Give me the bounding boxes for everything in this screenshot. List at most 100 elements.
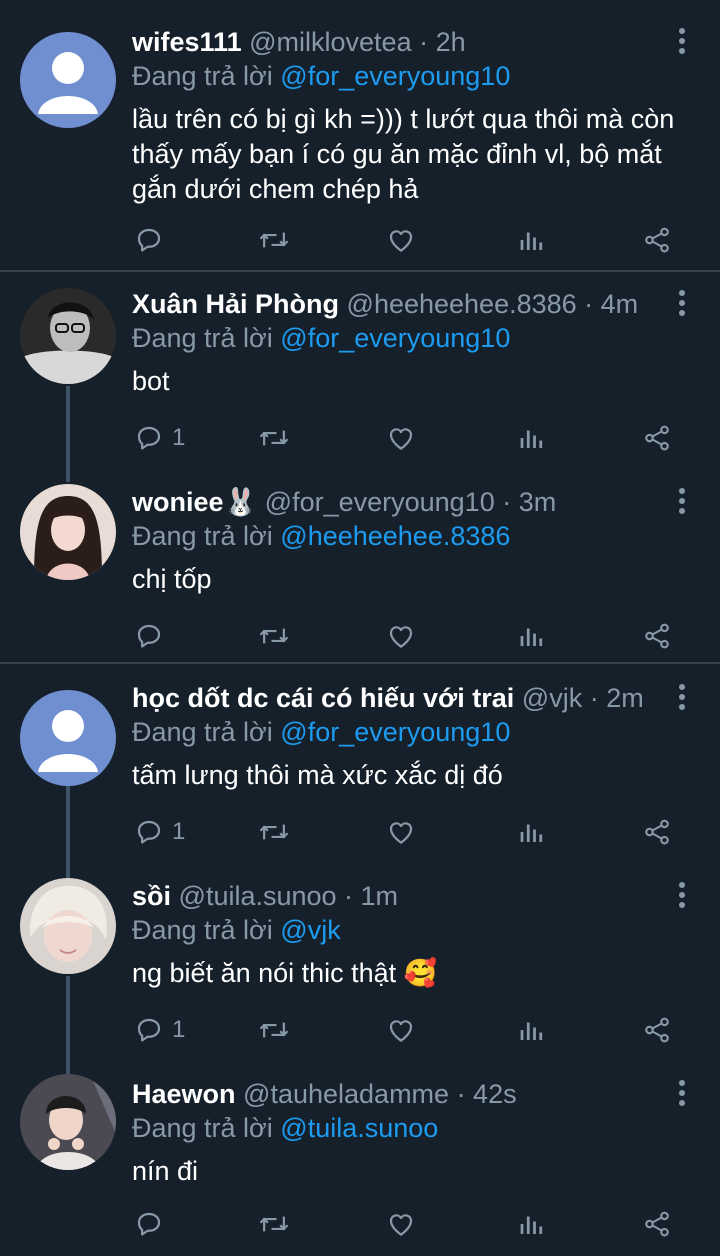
tweet-actions: 1 [132, 812, 700, 852]
replying-handle[interactable]: @for_everyoung10 [280, 61, 510, 91]
views-button[interactable] [518, 418, 546, 458]
share-button[interactable] [642, 220, 672, 260]
share-icon [645, 227, 669, 253]
retweet-icon [259, 1216, 289, 1232]
avatar[interactable] [20, 32, 116, 128]
share-button[interactable] [642, 1010, 672, 1050]
avatar[interactable] [20, 690, 116, 786]
avatar[interactable] [20, 288, 116, 384]
reply-button[interactable] [134, 1204, 172, 1244]
display-name[interactable]: Xuân Hải Phòng [132, 289, 339, 319]
share-button[interactable] [642, 616, 672, 656]
more-icon[interactable] [676, 882, 688, 912]
tweet-text: ng biết ăn nói thic thật 🥰 [132, 958, 438, 988]
like-button[interactable] [386, 220, 416, 260]
handle-time: @milklovetea · 2h [249, 27, 466, 57]
reply-icon [137, 228, 161, 252]
share-icon [645, 623, 669, 649]
views-button[interactable] [518, 616, 546, 656]
avatar[interactable] [20, 878, 116, 974]
handle-time: @tauheladamme · 42s [243, 1079, 517, 1109]
tweet-text: nín đi [132, 1156, 199, 1186]
replying-to: Đang trả lời @for_everyoung10 [132, 323, 511, 353]
divider [0, 662, 720, 664]
reply-button[interactable]: 1 [134, 1010, 185, 1050]
like-button[interactable] [386, 1010, 416, 1050]
display-name[interactable]: học dốt dc cái có hiếu với trai [132, 683, 514, 713]
tweet-text: bot [132, 366, 170, 396]
reply-button[interactable] [134, 220, 172, 260]
views-button[interactable] [518, 220, 546, 260]
retweet-button[interactable] [258, 1204, 290, 1244]
more-icon[interactable] [676, 488, 688, 518]
retweet-button[interactable] [258, 616, 290, 656]
tweet-text: lầu trên có bị gì kh =))) t lướt qua thô… [132, 104, 675, 204]
more-icon[interactable] [676, 1080, 688, 1110]
share-icon [645, 1211, 669, 1237]
replying-to: Đang trả lời @for_everyoung10 [132, 61, 511, 91]
handle-time: @for_everyoung10 · 3m [264, 487, 557, 517]
avatar[interactable] [20, 484, 116, 580]
replying-handle[interactable]: @for_everyoung10 [280, 717, 510, 747]
like-button[interactable] [386, 616, 416, 656]
reply-button[interactable]: 1 [134, 812, 185, 852]
like-icon [389, 1214, 413, 1236]
views-icon [520, 628, 543, 646]
like-button[interactable] [386, 418, 416, 458]
reply-icon [137, 624, 161, 648]
retweet-button[interactable] [258, 418, 290, 458]
tweet[interactable]: woniee🐰 @for_everyoung10 · 3m Đang trả l… [0, 482, 720, 662]
display-name[interactable]: woniee🐰 [132, 487, 257, 517]
views-icon [520, 232, 543, 250]
share-icon [645, 1017, 669, 1043]
like-icon [389, 626, 413, 648]
retweet-icon [259, 232, 289, 248]
tweet[interactable]: Xuân Hải Phòng @heeheehee.8386 · 4m Đang… [0, 284, 720, 464]
retweet-button[interactable] [258, 1010, 290, 1050]
replying-handle[interactable]: @vjk [280, 915, 340, 945]
reply-icon [137, 426, 161, 450]
retweet-button[interactable] [258, 220, 290, 260]
display-name[interactable]: wifes111 [132, 27, 242, 57]
like-icon [389, 230, 413, 252]
display-name[interactable]: sồi [132, 881, 171, 911]
tweet-actions: 1 [132, 1010, 700, 1050]
share-icon [645, 819, 669, 845]
reply-button[interactable]: 1 [134, 418, 185, 458]
reply-count: 1 [172, 424, 186, 451]
tweet[interactable]: sồi @tuila.sunoo · 1m Đang trả lời @vjk … [0, 876, 720, 1056]
share-button[interactable] [642, 812, 672, 852]
share-button[interactable] [642, 418, 672, 458]
more-icon[interactable] [676, 684, 688, 714]
avatar[interactable] [20, 1074, 116, 1170]
views-button[interactable] [518, 1204, 546, 1244]
replying-handle[interactable]: @heeheehee.8386 [280, 521, 510, 551]
more-icon[interactable] [676, 28, 688, 58]
reply-icon [137, 1018, 161, 1042]
views-button[interactable] [518, 812, 546, 852]
replying-handle[interactable]: @for_everyoung10 [280, 323, 510, 353]
more-icon[interactable] [676, 290, 688, 320]
replying-handle[interactable]: @tuila.sunoo [280, 1113, 438, 1143]
retweet-icon [259, 1022, 289, 1038]
views-icon [520, 430, 543, 448]
reply-count: 1 [172, 1016, 186, 1043]
views-button[interactable] [518, 1010, 546, 1050]
display-name[interactable]: Haewon [132, 1079, 236, 1109]
replying-to: Đang trả lời @for_everyoung10 [132, 717, 511, 747]
retweet-icon [259, 824, 289, 840]
handle-time: @tuila.sunoo · 1m [178, 881, 399, 911]
tweet[interactable]: học dốt dc cái có hiếu với trai @vjk · 2… [0, 678, 720, 858]
like-button[interactable] [386, 812, 416, 852]
tweet-actions [132, 616, 700, 656]
replying-to: Đang trả lời @vjk [132, 915, 341, 945]
share-button[interactable] [642, 1204, 672, 1244]
reply-button[interactable] [134, 616, 172, 656]
retweet-button[interactable] [258, 812, 290, 852]
tweet[interactable]: wifes111 @milklovetea · 2h Đang trả lời … [0, 22, 720, 268]
reply-icon [137, 820, 161, 844]
retweet-icon [259, 628, 289, 644]
handle-time: @heeheehee.8386 · 4m [346, 289, 639, 319]
tweet[interactable]: Haewon @tauheladamme · 42s Đang trả lời … [0, 1074, 720, 1254]
like-button[interactable] [386, 1204, 416, 1244]
